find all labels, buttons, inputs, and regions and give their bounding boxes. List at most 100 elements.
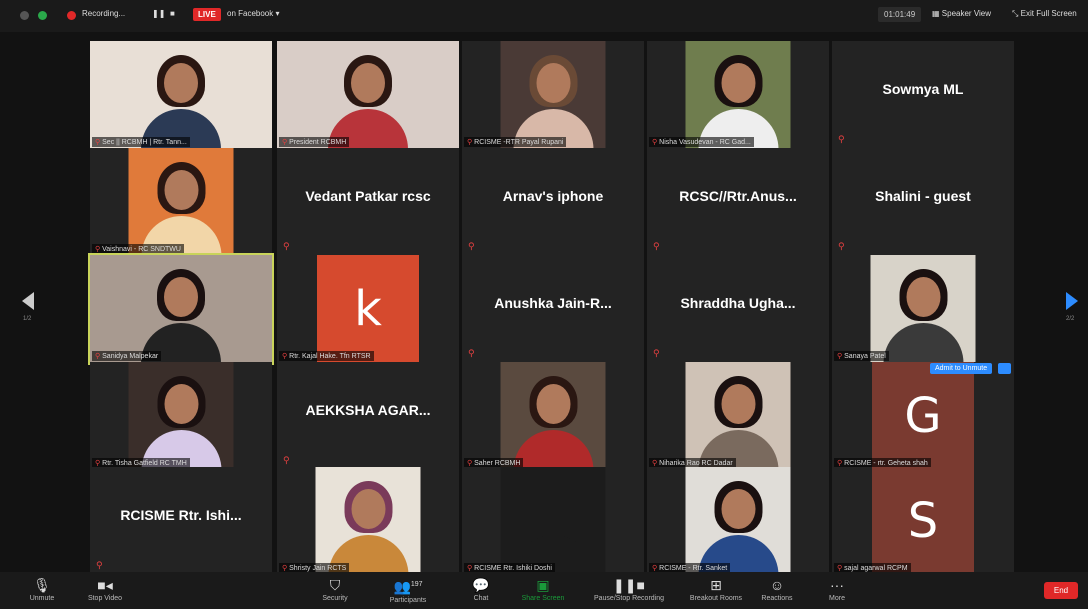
participant-tile[interactable]: ⚲ Sanaya Patel	[832, 255, 1014, 363]
avatar: k	[317, 255, 419, 363]
participant-tile[interactable]: Shalini - guest ⚲	[832, 148, 1014, 256]
meeting-timer: 01:01:49	[878, 7, 922, 22]
participant-tile[interactable]: Arnav's iphone ⚲	[462, 148, 644, 256]
muted-microphone-icon: ⚲	[838, 241, 845, 251]
participant-tile[interactable]: ⚲ Saher RCBMH	[462, 362, 644, 470]
more-button[interactable]: ··· More	[822, 572, 852, 609]
speaker-view-button[interactable]: ▦ Speaker View	[932, 9, 991, 18]
muted-microphone-icon: ⚲	[837, 565, 843, 572]
participant-tile[interactable]: ⚲ RCISME -RTR Payal Rupani	[462, 41, 644, 149]
participant-tile[interactable]: S ⚲ sajal agarwal RCPM	[832, 467, 1014, 575]
exit-fullscreen-icon: ⤡	[1012, 9, 1019, 18]
participant-display-name: RCSC//Rtr.Anus...	[679, 188, 797, 204]
next-page-arrow-icon[interactable]	[1066, 292, 1078, 310]
participant-tile[interactable]: ⚲ Niharika Rao RC Dadar	[647, 362, 829, 470]
admit-options-button[interactable]	[998, 363, 1011, 374]
meeting-info-icon[interactable]	[20, 11, 29, 20]
muted-microphone-icon: ⚲	[95, 246, 101, 253]
participant-name-label: ⚲ Sanidya Malpekar	[92, 351, 162, 361]
muted-microphone-icon: ⚲	[96, 560, 103, 570]
participant-tile[interactable]: G ⚲ RCISME - rtr. Geheta shah	[832, 362, 1014, 470]
previous-page-arrow-icon[interactable]	[22, 292, 34, 310]
participant-name-label: ⚲ Vaishnavi - RC SNDTWU	[92, 244, 184, 254]
muted-microphone-icon: ⚲	[467, 460, 473, 467]
muted-microphone-icon: ⚲	[95, 353, 101, 360]
live-platform-dropdown[interactable]: on Facebook ▾	[227, 9, 280, 18]
muted-microphone-icon: ⚲	[652, 460, 658, 467]
security-button[interactable]: ⛉ Security	[310, 572, 360, 609]
participant-tile[interactable]: Sowmya ML ⚲	[832, 41, 1014, 149]
meeting-controls-bar: 🎙 Unmute ■◂ Stop Video ⛉ Security 👥197 Parti…	[0, 572, 1088, 609]
participant-tile[interactable]: ⚲ Vaishnavi - RC SNDTWU	[90, 148, 272, 256]
participant-display-name: Vedant Patkar rcsc	[305, 188, 431, 204]
participant-display-name: Anushka Jain-R...	[494, 295, 612, 311]
microphone-muted-icon: 🎙	[33, 577, 51, 593]
participant-name-label: ⚲ Rtr. Kajal Hake. Tfn RTSR	[279, 351, 374, 361]
participants-button[interactable]: 👥197 Participants	[380, 572, 436, 609]
video-camera-icon: ■◂	[97, 577, 113, 593]
unmute-button[interactable]: 🎙 Unmute	[20, 572, 64, 609]
participant-video	[90, 41, 272, 149]
participant-tile[interactable]: ⚲ Sec || RCBMH | Rtr. Tann...	[90, 41, 272, 149]
muted-microphone-icon: ⚲	[838, 134, 845, 144]
participant-tile[interactable]: RCSC//Rtr.Anus... ⚲	[647, 148, 829, 256]
participant-name-label: ⚲ President RCBMH	[279, 137, 350, 147]
participant-tile[interactable]: Vedant Patkar rcsc ⚲	[277, 148, 459, 256]
participant-display-name: AEKKSHA AGAR...	[305, 402, 431, 418]
share-screen-button[interactable]: ▣ Share Screen	[515, 572, 571, 609]
breakout-rooms-button[interactable]: ⊞ Breakout Rooms	[683, 572, 749, 609]
chat-bubble-icon: 💬	[472, 577, 490, 593]
muted-microphone-icon: ⚲	[653, 348, 660, 358]
grid-view-icon: ▦	[932, 9, 940, 18]
muted-microphone-icon: ⚲	[95, 460, 101, 467]
participant-name-label: ⚲ Sanaya Patel	[834, 351, 889, 361]
chat-button[interactable]: 💬 Chat	[466, 572, 496, 609]
participant-tile[interactable]: k ⚲ Rtr. Kajal Hake. Tfn RTSR	[277, 255, 459, 363]
participant-tile[interactable]: ⚲ Nisha Vasudevan - RC Gad...	[647, 41, 829, 149]
muted-microphone-icon: ⚲	[282, 565, 288, 572]
stop-recording-icon[interactable]: ■	[170, 9, 175, 18]
muted-microphone-icon: ⚲	[837, 353, 843, 360]
participant-display-name: Shraddha Ugha...	[680, 295, 796, 311]
muted-microphone-icon: ⚲	[467, 139, 473, 146]
participant-name-label: ⚲ Sec || RCBMH | Rtr. Tann...	[92, 137, 190, 147]
muted-microphone-icon: ⚲	[467, 565, 473, 572]
participant-video	[500, 41, 606, 149]
recording-status: Recording...	[82, 9, 126, 18]
pause-recording-icon[interactable]: ❚❚	[152, 9, 165, 18]
admit-to-unmute-button[interactable]: Admit to Unmute	[930, 363, 993, 374]
participant-tile[interactable]: ⚲ RCISME - Rtr. Sanket	[647, 467, 829, 575]
pause-stop-recording-button[interactable]: ❚❚■ Pause/Stop Recording	[584, 572, 674, 609]
reactions-button[interactable]: ☺ Reactions	[757, 572, 797, 609]
stop-video-button[interactable]: ■◂ Stop Video	[80, 572, 130, 609]
participant-video	[500, 467, 606, 575]
muted-microphone-icon: ⚲	[468, 348, 475, 358]
participant-tile[interactable]: ⚲ Shristy Jain RCTS	[277, 467, 459, 575]
participant-tile[interactable]: ⚲ Rtr. Tisha Gatfield RC TMH	[90, 362, 272, 470]
participant-tile[interactable]: RCISME Rtr. Ishi... ⚲	[90, 467, 272, 575]
exit-fullscreen-button[interactable]: ⤡ Exit Full Screen	[1012, 9, 1077, 19]
meeting-top-bar: Recording... ❚❚ ■ LIVE on Facebook ▾ 01:…	[0, 0, 1088, 32]
participant-display-name: Shalini - guest	[875, 188, 971, 204]
end-meeting-button[interactable]: End	[1044, 582, 1078, 599]
muted-microphone-icon: ⚲	[653, 241, 660, 251]
participant-video	[685, 362, 791, 470]
participant-tile[interactable]: Anushka Jain-R... ⚲	[462, 255, 644, 363]
participant-video	[685, 467, 791, 575]
previous-page-label: 1/2	[23, 316, 32, 322]
muted-microphone-icon: ⚲	[837, 460, 843, 467]
participant-tile[interactable]: AEKKSHA AGAR... ⚲	[277, 362, 459, 470]
participant-name-label: ⚲ RCISME -RTR Payal Rupani	[464, 137, 567, 147]
encryption-shield-icon[interactable]	[38, 11, 47, 20]
participant-video	[90, 255, 272, 363]
muted-microphone-icon: ⚲	[95, 139, 101, 146]
participant-display-name: RCISME Rtr. Ishi...	[120, 507, 242, 523]
participant-tile[interactable]: ⚲ President RCBMH	[277, 41, 459, 149]
pause-stop-icon: ❚❚■	[613, 577, 645, 593]
participant-tile[interactable]: ⚲ Sanidya Malpekar	[88, 253, 274, 365]
participant-tile[interactable]: Shraddha Ugha... ⚲	[647, 255, 829, 363]
avatar: S	[872, 467, 974, 575]
participant-tile[interactable]: ⚲ RCISME Rtr. Ishiki Doshi	[462, 467, 644, 575]
live-badge[interactable]: LIVE	[193, 8, 221, 21]
recording-dot-icon	[67, 11, 76, 20]
